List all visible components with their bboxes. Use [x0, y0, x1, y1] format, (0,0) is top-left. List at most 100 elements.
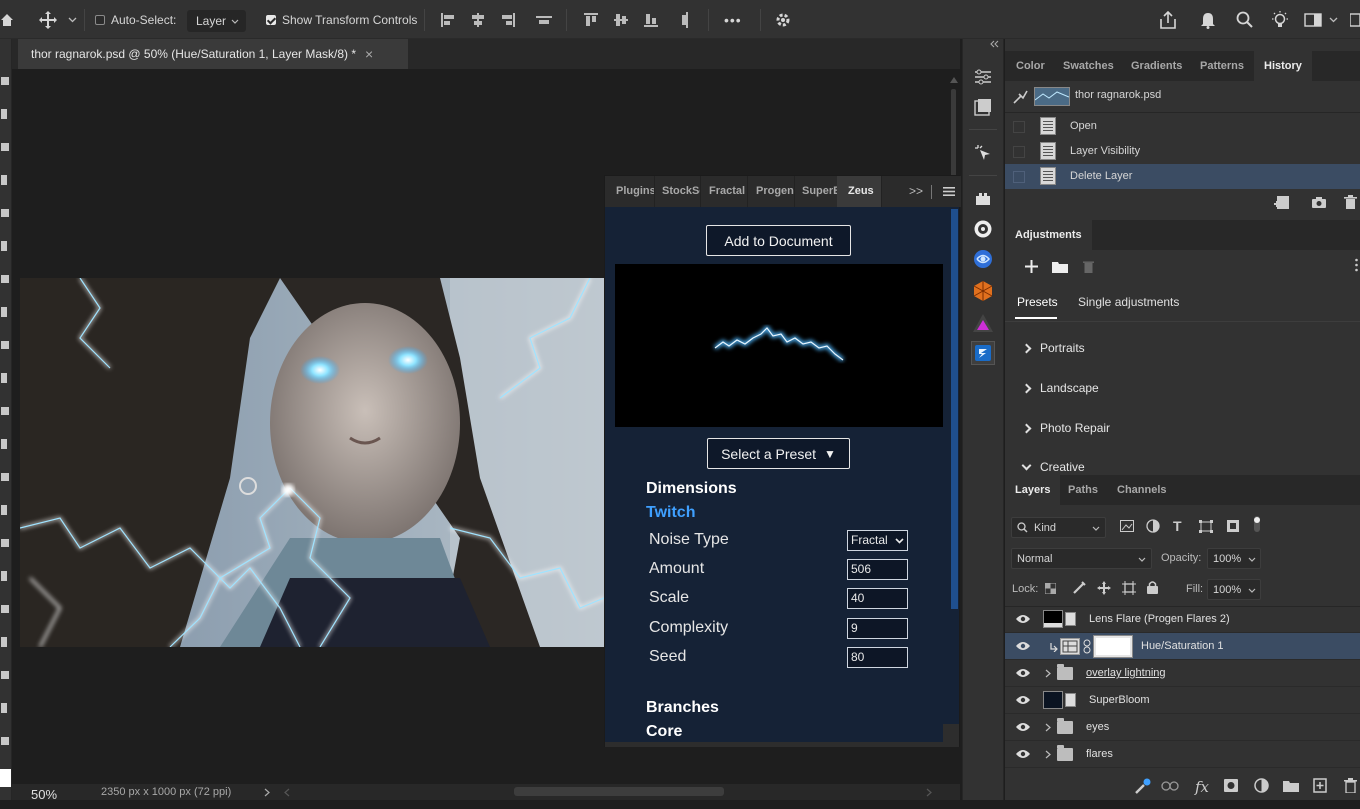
- cursor-sparkle-icon[interactable]: [971, 141, 995, 165]
- filter-smart-object-icon[interactable]: [1227, 519, 1239, 533]
- preset-group-portraits[interactable]: Portraits: [1021, 341, 1085, 355]
- fractal-icon[interactable]: [971, 247, 995, 271]
- panel-scrollbar-thumb[interactable]: [951, 209, 958, 609]
- auto-select-checkbox[interactable]: Auto-Select:: [95, 0, 176, 39]
- history-source-checkbox[interactable]: [1013, 170, 1025, 183]
- align-top-icon[interactable]: [584, 0, 598, 39]
- seed-input[interactable]: 80: [847, 647, 908, 668]
- chevron-right-icon[interactable]: [1045, 750, 1051, 759]
- amount-input[interactable]: 506: [847, 559, 908, 580]
- brush-badge-icon[interactable]: [1133, 778, 1151, 796]
- align-center-icon[interactable]: [470, 0, 486, 39]
- new-adjustment-icon[interactable]: [1254, 778, 1269, 793]
- fill-input[interactable]: 100%: [1207, 579, 1261, 600]
- tab-swatches[interactable]: Swatches: [1063, 51, 1114, 81]
- filter-shape-icon[interactable]: [1199, 520, 1213, 533]
- add-mask-icon[interactable]: [1224, 779, 1238, 792]
- preset-group-landscape[interactable]: Landscape: [1021, 381, 1099, 395]
- stocksy-icon[interactable]: [971, 217, 995, 241]
- panel-more-icon[interactable]: [1355, 258, 1358, 272]
- filter-pixel-icon[interactable]: [1120, 520, 1134, 532]
- chevron-right-icon[interactable]: [1045, 669, 1051, 678]
- history-state[interactable]: Layer Visibility: [1005, 139, 1360, 164]
- scroll-left-icon[interactable]: [284, 788, 290, 797]
- tab-history[interactable]: History: [1254, 51, 1312, 81]
- lock-position-icon[interactable]: [1097, 581, 1111, 595]
- filter-toggle-icon[interactable]: [1253, 516, 1261, 532]
- align-right-icon[interactable]: [500, 0, 516, 39]
- chevron-right-icon[interactable]: [264, 788, 270, 797]
- close-tab-icon[interactable]: ×: [365, 46, 373, 62]
- tab-gradients[interactable]: Gradients: [1131, 51, 1182, 81]
- show-transform-checkbox[interactable]: Show Transform Controls: [266, 0, 417, 39]
- new-group-icon[interactable]: [1283, 780, 1299, 792]
- filter-adjustment-icon[interactable]: [1146, 519, 1160, 533]
- tab-paths[interactable]: Paths: [1068, 475, 1098, 505]
- tab-zeus[interactable]: Zeus: [837, 176, 882, 207]
- layer-name[interactable]: Lens Flare (Progen Flares 2): [1089, 613, 1230, 625]
- tab-stocksy[interactable]: StockSo: [651, 176, 701, 207]
- subtab-single-adjustments[interactable]: Single adjustments: [1078, 295, 1179, 309]
- lightbulb-icon[interactable]: [1270, 0, 1290, 39]
- preset-group-creative[interactable]: Creative: [1021, 460, 1085, 474]
- vertical-scrollbar[interactable]: [951, 89, 956, 179]
- zeus-icon[interactable]: [971, 341, 995, 365]
- layer-name[interactable]: SuperBloom: [1089, 694, 1150, 706]
- workspace-chevron-icon[interactable]: [1329, 0, 1338, 39]
- panel-expand-icon[interactable]: >>: [909, 184, 923, 198]
- noise-type-select[interactable]: Fractal: [847, 530, 908, 551]
- move-tool-icon[interactable]: [38, 0, 58, 39]
- panel-menu-icon[interactable]: [943, 187, 955, 196]
- history-state-selected[interactable]: Delete Layer: [1005, 164, 1360, 189]
- eye-icon[interactable]: [1016, 695, 1030, 705]
- eye-icon[interactable]: [1016, 614, 1030, 624]
- lock-artboard-icon[interactable]: [1122, 581, 1136, 595]
- lock-image-icon[interactable]: [1072, 581, 1086, 595]
- eye-icon[interactable]: [1016, 722, 1030, 732]
- tool-icons-strip[interactable]: [0, 69, 12, 809]
- tab-superbloom[interactable]: SuperB: [791, 176, 841, 207]
- link-icon[interactable]: [1083, 639, 1091, 654]
- trash-icon[interactable]: [1083, 260, 1094, 273]
- tab-plugins[interactable]: Plugins: [605, 176, 655, 207]
- search-icon[interactable]: [1236, 0, 1254, 39]
- lock-transparent-icon[interactable]: [1045, 583, 1056, 594]
- distribute-icon[interactable]: [536, 0, 552, 39]
- fx-icon[interactable]: fx: [1195, 778, 1209, 796]
- layer-name[interactable]: overlay lightning: [1086, 667, 1166, 679]
- gear-icon[interactable]: [774, 0, 792, 39]
- complexity-input[interactable]: 9: [847, 618, 908, 639]
- layer-row[interactable]: SuperBloom: [1005, 687, 1360, 714]
- history-state[interactable]: Open: [1005, 114, 1360, 139]
- tab-progen[interactable]: Progen: [745, 176, 795, 207]
- share-icon[interactable]: [1158, 0, 1178, 39]
- delete-layer-icon[interactable]: [1344, 778, 1357, 793]
- history-snapshot[interactable]: thor ragnarok.psd: [1005, 84, 1360, 109]
- new-document-from-state-icon[interactable]: [1273, 195, 1291, 211]
- tab-layers[interactable]: Layers: [1005, 475, 1061, 505]
- superbloom-icon[interactable]: [971, 311, 995, 335]
- subtab-presets[interactable]: Presets: [1017, 295, 1058, 309]
- eye-icon[interactable]: [1016, 668, 1030, 678]
- camera-icon[interactable]: [1311, 196, 1327, 209]
- align-left-icon[interactable]: [440, 0, 456, 39]
- new-layer-icon[interactable]: [1313, 778, 1327, 793]
- add-adjustment-icon[interactable]: [1025, 260, 1038, 273]
- tab-channels[interactable]: Channels: [1117, 475, 1167, 505]
- layer-row[interactable]: overlay lightning: [1005, 660, 1360, 687]
- layer-filter-select[interactable]: Kind: [1011, 517, 1106, 538]
- properties-icon[interactable]: [971, 65, 995, 89]
- scroll-right-icon[interactable]: [926, 788, 932, 797]
- more-options-button[interactable]: •••: [724, 0, 742, 39]
- select-preset-button[interactable]: Select a Preset ▼: [707, 438, 850, 469]
- align-bottom-icon[interactable]: [644, 0, 658, 39]
- align-middle-icon[interactable]: [614, 0, 628, 39]
- trash-icon[interactable]: [1344, 195, 1357, 210]
- document-tab[interactable]: thor ragnarok.psd @ 50% (Hue/Saturation …: [18, 39, 408, 69]
- horizontal-scrollbar[interactable]: [514, 787, 724, 796]
- history-source-checkbox[interactable]: [1013, 120, 1025, 133]
- layer-mask-thumbnail[interactable]: [1093, 635, 1133, 658]
- collapse-icon[interactable]: [989, 40, 999, 48]
- eye-icon[interactable]: [1016, 641, 1030, 651]
- chevron-right-icon[interactable]: [1045, 723, 1051, 732]
